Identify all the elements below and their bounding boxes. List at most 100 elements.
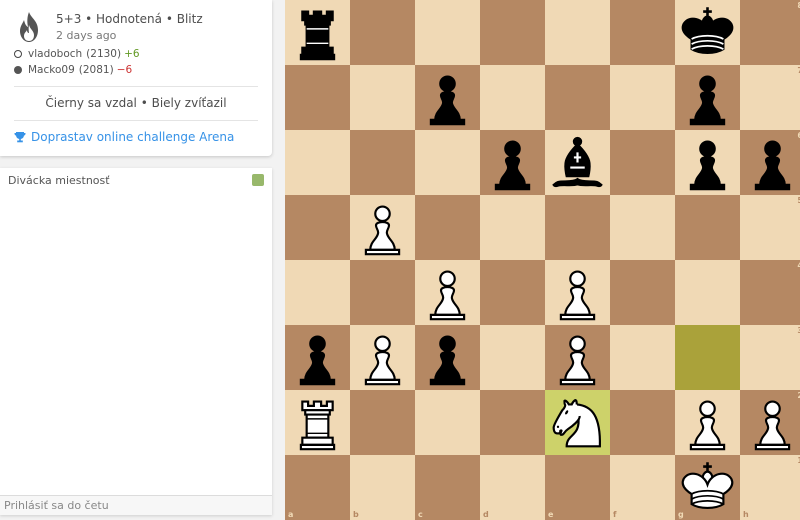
square-h5[interactable]: 5: [740, 195, 800, 260]
square-f7[interactable]: [610, 65, 675, 130]
black-pawn-icon[interactable]: [675, 65, 740, 130]
square-c3[interactable]: [415, 325, 480, 390]
square-c8[interactable]: [415, 0, 480, 65]
square-e8[interactable]: [545, 0, 610, 65]
black-pawn-icon[interactable]: [415, 325, 480, 390]
white-player-icon: [14, 50, 22, 58]
square-f3[interactable]: [610, 325, 675, 390]
square-e7[interactable]: [545, 65, 610, 130]
square-c6[interactable]: [415, 130, 480, 195]
square-c7[interactable]: [415, 65, 480, 130]
square-f4[interactable]: [610, 260, 675, 325]
square-h8[interactable]: 8: [740, 0, 800, 65]
white-knight-icon[interactable]: [545, 390, 610, 455]
square-b6[interactable]: [350, 130, 415, 195]
game-result: Čierny sa vzdal • Biely zvíťazil: [45, 96, 227, 110]
square-d4[interactable]: [480, 260, 545, 325]
trophy-icon: [14, 132, 26, 143]
white-pawn-icon[interactable]: [545, 325, 610, 390]
square-b4[interactable]: [350, 260, 415, 325]
square-g8[interactable]: [675, 0, 740, 65]
divider: [14, 120, 258, 121]
square-d2[interactable]: [480, 390, 545, 455]
white-rook-icon[interactable]: [285, 390, 350, 455]
square-e5[interactable]: [545, 195, 610, 260]
arena-link-label[interactable]: Doprastav online challenge Arena: [31, 130, 234, 144]
square-d8[interactable]: [480, 0, 545, 65]
square-g2[interactable]: [675, 390, 740, 455]
white-pawn-icon[interactable]: [545, 260, 610, 325]
white-pawn-icon[interactable]: [675, 390, 740, 455]
square-d1[interactable]: d: [480, 455, 545, 520]
square-a2[interactable]: [285, 390, 350, 455]
square-a5[interactable]: [285, 195, 350, 260]
chat-input[interactable]: [0, 495, 272, 515]
black-pawn-icon[interactable]: [480, 130, 545, 195]
square-g3[interactable]: [675, 325, 740, 390]
player-white[interactable]: vladoboch (2130) +6: [14, 48, 140, 60]
square-b1[interactable]: b: [350, 455, 415, 520]
square-c5[interactable]: [415, 195, 480, 260]
flame-icon: [20, 12, 38, 42]
player-name[interactable]: vladoboch: [28, 48, 82, 60]
square-e1[interactable]: e: [545, 455, 610, 520]
white-pawn-icon[interactable]: [350, 325, 415, 390]
square-a8[interactable]: [285, 0, 350, 65]
square-f5[interactable]: [610, 195, 675, 260]
square-g7[interactable]: [675, 65, 740, 130]
square-a4[interactable]: [285, 260, 350, 325]
white-king-icon[interactable]: [675, 455, 740, 520]
square-e3[interactable]: [545, 325, 610, 390]
square-g6[interactable]: [675, 130, 740, 195]
chat-title: Divácka miestnosť: [8, 174, 110, 187]
square-a1[interactable]: a: [285, 455, 350, 520]
square-h3[interactable]: 3: [740, 325, 800, 390]
square-d5[interactable]: [480, 195, 545, 260]
square-d7[interactable]: [480, 65, 545, 130]
square-c2[interactable]: [415, 390, 480, 455]
black-pawn-icon[interactable]: [675, 130, 740, 195]
square-c1[interactable]: c: [415, 455, 480, 520]
square-h4[interactable]: 4: [740, 260, 800, 325]
square-c4[interactable]: [415, 260, 480, 325]
square-h2[interactable]: 2: [740, 390, 800, 455]
player-name[interactable]: Macko09: [28, 64, 75, 76]
square-f1[interactable]: f: [610, 455, 675, 520]
square-a7[interactable]: [285, 65, 350, 130]
black-bishop-icon[interactable]: [545, 130, 610, 195]
player-black[interactable]: Macko09 (2081) −6: [14, 64, 132, 76]
square-e4[interactable]: [545, 260, 610, 325]
square-f2[interactable]: [610, 390, 675, 455]
square-a6[interactable]: [285, 130, 350, 195]
square-h1[interactable]: 1h: [740, 455, 800, 520]
square-e2[interactable]: [545, 390, 610, 455]
square-g1[interactable]: g: [675, 455, 740, 520]
square-b2[interactable]: [350, 390, 415, 455]
square-f6[interactable]: [610, 130, 675, 195]
chat-toggle[interactable]: [252, 174, 264, 186]
square-f8[interactable]: [610, 0, 675, 65]
square-b5[interactable]: [350, 195, 415, 260]
black-king-icon[interactable]: [675, 0, 740, 65]
square-e6[interactable]: [545, 130, 610, 195]
game-type: 5+3 • Hodnotená • Blitz: [56, 12, 203, 26]
black-pawn-icon[interactable]: [285, 325, 350, 390]
chess-board[interactable]: 8 7 6 5 4 3: [285, 0, 800, 520]
white-pawn-icon[interactable]: [740, 390, 800, 455]
square-a3[interactable]: [285, 325, 350, 390]
square-b7[interactable]: [350, 65, 415, 130]
square-b3[interactable]: [350, 325, 415, 390]
arena-link[interactable]: Doprastav online challenge Arena: [14, 130, 234, 144]
black-pawn-icon[interactable]: [740, 130, 800, 195]
square-d3[interactable]: [480, 325, 545, 390]
square-d6[interactable]: [480, 130, 545, 195]
square-g5[interactable]: [675, 195, 740, 260]
white-pawn-icon[interactable]: [350, 195, 415, 260]
square-g4[interactable]: [675, 260, 740, 325]
square-h7[interactable]: 7: [740, 65, 800, 130]
white-pawn-icon[interactable]: [415, 260, 480, 325]
square-b8[interactable]: [350, 0, 415, 65]
black-pawn-icon[interactable]: [415, 65, 480, 130]
black-rook-icon[interactable]: [285, 0, 350, 65]
square-h6[interactable]: 6: [740, 130, 800, 195]
